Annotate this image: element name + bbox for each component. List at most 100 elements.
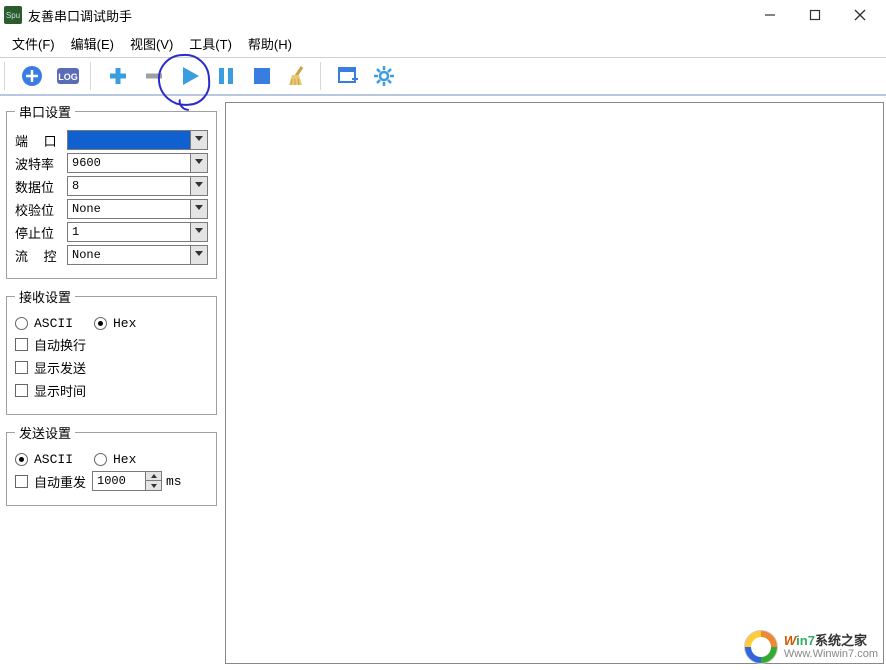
- chevron-down-icon: [195, 136, 203, 144]
- recv-ascii-label: ASCII: [34, 316, 94, 331]
- autowrap-label: 自动换行: [34, 335, 86, 354]
- flow-label: 流 控: [15, 246, 63, 265]
- databits-value: 8: [68, 179, 190, 193]
- new-window-icon: [337, 65, 359, 87]
- port-dropdown-button[interactable]: [190, 131, 207, 149]
- stopbits-dropdown-button[interactable]: [190, 223, 207, 241]
- parity-value: None: [68, 202, 190, 216]
- watermark: Win7系统之家 Www.Winwin7.com: [744, 630, 878, 664]
- toolbar: LOG: [0, 58, 886, 96]
- baud-value: 9600: [68, 156, 190, 170]
- receive-settings-group: 接收设置 ASCII Hex 自动换行 显示发送 显示时间: [6, 287, 217, 415]
- main-area: 串口设置 端 口 波特率 9600 数据位 8: [0, 96, 886, 670]
- menu-bar: 文件(F) 编辑(E) 视图(V) 工具(T) 帮助(H): [0, 30, 886, 58]
- databits-dropdown-button[interactable]: [190, 177, 207, 195]
- recv-ascii-radio[interactable]: [15, 317, 28, 330]
- chevron-down-icon: [151, 484, 157, 488]
- recv-hex-radio[interactable]: [94, 317, 107, 330]
- minus-icon: [144, 66, 164, 86]
- receive-settings-legend: 接收设置: [15, 287, 75, 306]
- port-combo[interactable]: [67, 130, 208, 150]
- chevron-down-icon: [195, 228, 203, 236]
- output-panel[interactable]: [225, 102, 884, 664]
- parity-label: 校验位: [15, 200, 63, 219]
- send-hex-label: Hex: [113, 452, 136, 467]
- parity-combo[interactable]: None: [67, 199, 208, 219]
- stop-button[interactable]: [248, 62, 276, 90]
- settings-button[interactable]: [370, 62, 398, 90]
- showsend-label: 显示发送: [34, 358, 86, 377]
- log-button[interactable]: LOG: [54, 62, 82, 90]
- watermark-logo-icon: [744, 630, 778, 664]
- minus-button[interactable]: [140, 62, 168, 90]
- flow-dropdown-button[interactable]: [190, 246, 207, 264]
- toolbar-separator: [90, 62, 96, 90]
- auto-resend-checkbox[interactable]: [15, 475, 28, 488]
- recv-hex-label: Hex: [113, 316, 136, 331]
- play-button[interactable]: [176, 62, 204, 90]
- send-ascii-radio[interactable]: [15, 453, 28, 466]
- pause-button[interactable]: [212, 62, 240, 90]
- interval-unit: ms: [166, 474, 182, 489]
- clear-button[interactable]: [284, 62, 312, 90]
- interval-spinner[interactable]: 1000: [92, 471, 162, 491]
- toolbar-separator: [4, 62, 10, 90]
- chevron-up-icon: [151, 474, 157, 478]
- serial-settings-group: 串口设置 端 口 波特率 9600 数据位 8: [6, 102, 217, 279]
- stopbits-combo[interactable]: 1: [67, 222, 208, 242]
- minimize-button[interactable]: [747, 0, 792, 30]
- app-icon: Spu: [4, 6, 22, 24]
- stopbits-label: 停止位: [15, 223, 63, 242]
- play-icon: [179, 65, 201, 87]
- menu-edit[interactable]: 编辑(E): [65, 32, 120, 55]
- interval-up[interactable]: [145, 472, 161, 481]
- log-icon: LOG: [56, 65, 80, 87]
- maximize-button[interactable]: [792, 0, 837, 30]
- baud-dropdown-button[interactable]: [190, 154, 207, 172]
- close-button[interactable]: [837, 0, 882, 30]
- add-port-button[interactable]: [18, 62, 46, 90]
- broom-icon: [287, 65, 309, 87]
- baud-combo[interactable]: 9600: [67, 153, 208, 173]
- watermark-url: Www.Winwin7.com: [784, 648, 878, 661]
- gear-icon: [373, 65, 395, 87]
- svg-text:LOG: LOG: [58, 72, 78, 82]
- plus-button[interactable]: [104, 62, 132, 90]
- send-hex-radio[interactable]: [94, 453, 107, 466]
- title-bar: Spu 友善串口调试助手: [0, 0, 886, 30]
- flow-combo[interactable]: None: [67, 245, 208, 265]
- showtime-label: 显示时间: [34, 381, 86, 400]
- maximize-icon: [809, 9, 821, 21]
- watermark-brand: Win7系统之家: [784, 633, 878, 649]
- stop-icon: [252, 66, 272, 86]
- databits-combo[interactable]: 8: [67, 176, 208, 196]
- baud-label: 波特率: [15, 154, 63, 173]
- auto-resend-label: 自动重发: [34, 472, 92, 491]
- chevron-down-icon: [195, 251, 203, 259]
- port-label: 端 口: [15, 131, 63, 150]
- autowrap-checkbox[interactable]: [15, 338, 28, 351]
- interval-value: 1000: [93, 474, 145, 488]
- send-settings-group: 发送设置 ASCII Hex 自动重发 1000 ms: [6, 423, 217, 506]
- flow-value: None: [68, 248, 190, 262]
- serial-settings-legend: 串口设置: [15, 102, 75, 121]
- close-icon: [854, 9, 866, 21]
- left-panel: 串口设置 端 口 波特率 9600 数据位 8: [0, 96, 223, 670]
- window-title: 友善串口调试助手: [28, 6, 132, 25]
- menu-view[interactable]: 视图(V): [124, 32, 179, 55]
- chevron-down-icon: [195, 182, 203, 190]
- plus-icon: [108, 66, 128, 86]
- add-port-icon: [21, 65, 43, 87]
- menu-help[interactable]: 帮助(H): [242, 32, 298, 55]
- send-ascii-label: ASCII: [34, 452, 94, 467]
- pause-icon: [216, 66, 236, 86]
- showsend-checkbox[interactable]: [15, 361, 28, 374]
- chevron-down-icon: [195, 159, 203, 167]
- new-window-button[interactable]: [334, 62, 362, 90]
- send-settings-legend: 发送设置: [15, 423, 75, 442]
- parity-dropdown-button[interactable]: [190, 200, 207, 218]
- showtime-checkbox[interactable]: [15, 384, 28, 397]
- interval-down[interactable]: [145, 481, 161, 490]
- menu-tools[interactable]: 工具(T): [183, 32, 238, 55]
- menu-file[interactable]: 文件(F): [6, 32, 61, 55]
